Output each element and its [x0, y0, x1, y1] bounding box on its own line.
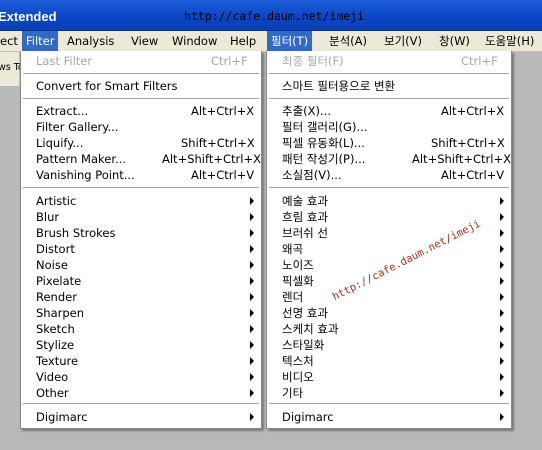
menu-item-distort-ko[interactable]: 왜곡 — [267, 241, 511, 257]
submenu-arrow-icon — [500, 325, 504, 333]
menu-item-extract-ko[interactable]: 추출(X)... Alt+Ctrl+X — [267, 103, 511, 119]
menu-item-blur[interactable]: Blur — [21, 209, 261, 225]
menu-item-pattern-maker[interactable]: Pattern Maker... Alt+Shift+Ctrl+X — [21, 151, 261, 167]
menu-analysis-ko[interactable]: 분석(A) — [325, 31, 371, 51]
submenu-arrow-icon — [250, 373, 254, 381]
menu-item-convert-smart-filters-ko[interactable]: 스마트 필터용으로 변환 — [267, 78, 511, 94]
menu-filter-ko[interactable]: 필터(T) — [267, 31, 313, 51]
menu-item-video-ko[interactable]: 비디오 — [267, 369, 511, 385]
menu-item-texture[interactable]: Texture — [21, 353, 261, 369]
menu-view-ko[interactable]: 보기(V) — [380, 31, 426, 51]
menu-help-ko[interactable]: 도움말(H) — [481, 31, 538, 51]
menu-separator — [23, 187, 259, 189]
submenu-arrow-icon — [500, 413, 504, 421]
submenu-arrow-icon — [500, 309, 504, 317]
submenu-arrow-icon — [500, 341, 504, 349]
menu-item-artistic-ko[interactable]: 예술 효과 — [267, 193, 511, 209]
menu-item-noise[interactable]: Noise — [21, 257, 261, 273]
menu-analysis[interactable]: Analysis — [63, 31, 118, 51]
title-bar: Extended http://cafe.daum.net/imeji — [0, 0, 542, 31]
menu-item-sharpen[interactable]: Sharpen — [21, 305, 261, 321]
submenu-arrow-icon — [250, 229, 254, 237]
menu-item-sketch-ko[interactable]: 스케치 효과 — [267, 321, 511, 337]
menu-separator — [23, 73, 259, 75]
submenu-arrow-icon — [250, 341, 254, 349]
submenu-arrow-icon — [500, 277, 504, 285]
menu-item-last-filter[interactable]: Last Filter Ctrl+F — [21, 53, 261, 69]
menu-separator — [23, 98, 259, 100]
menu-item-render-ko[interactable]: 렌더 — [267, 289, 511, 305]
submenu-arrow-icon — [500, 293, 504, 301]
submenu-arrow-icon — [500, 357, 504, 365]
menu-item-convert-smart-filters[interactable]: Convert for Smart Filters — [21, 78, 261, 94]
submenu-arrow-icon — [500, 245, 504, 253]
submenu-arrow-icon — [250, 389, 254, 397]
submenu-arrow-icon — [250, 413, 254, 421]
menu-item-video[interactable]: Video — [21, 369, 261, 385]
submenu-arrow-icon — [250, 245, 254, 253]
filter-menu-en: Last Filter Ctrl+F Convert for Smart Fil… — [20, 51, 262, 429]
menu-item-filter-gallery[interactable]: Filter Gallery... — [21, 119, 261, 135]
options-bar: ws To — [0, 52, 24, 86]
menu-window[interactable]: Window — [168, 31, 221, 51]
menu-item-liquify-ko[interactable]: 픽셀 유동화(L)... Shift+Ctrl+X — [267, 135, 511, 151]
menu-item-artistic[interactable]: Artistic — [21, 193, 261, 209]
menu-item-render[interactable]: Render — [21, 289, 261, 305]
submenu-arrow-icon — [250, 213, 254, 221]
menu-item-filter-gallery-ko[interactable]: 필터 갤러리(G)... — [267, 119, 511, 135]
menu-separator — [269, 187, 509, 189]
menu-item-sharpen-ko[interactable]: 선명 효과 — [267, 305, 511, 321]
menu-item-vanishing-point[interactable]: Vanishing Point... Alt+Ctrl+V — [21, 167, 261, 183]
submenu-arrow-icon — [500, 213, 504, 221]
menu-item-digimarc-ko[interactable]: Digimarc — [267, 409, 511, 425]
submenu-arrow-icon — [250, 197, 254, 205]
menu-separator — [269, 403, 509, 405]
window-title: Extended — [0, 9, 57, 24]
menu-help[interactable]: Help — [226, 31, 260, 51]
submenu-arrow-icon — [250, 309, 254, 317]
submenu-arrow-icon — [500, 389, 504, 397]
menu-item-liquify[interactable]: Liquify... Shift+Ctrl+X — [21, 135, 261, 151]
menu-item-pattern-maker-ko[interactable]: 패턴 작성기(P)... Alt+Shift+Ctrl+X — [267, 151, 511, 167]
submenu-arrow-icon — [250, 261, 254, 269]
menu-item-sketch[interactable]: Sketch — [21, 321, 261, 337]
menu-bar: ect Filter Analysis View Window Help 필터(… — [0, 31, 542, 52]
submenu-arrow-icon — [500, 261, 504, 269]
menu-item-last-filter-ko[interactable]: 최종 필터(F) Ctrl+F — [267, 53, 511, 69]
menu-item-stylize-ko[interactable]: 스타일화 — [267, 337, 511, 353]
menu-item-texture-ko[interactable]: 텍스처 — [267, 353, 511, 369]
menu-item-stylize[interactable]: Stylize — [21, 337, 261, 353]
submenu-arrow-icon — [250, 325, 254, 333]
menu-separator — [23, 403, 259, 405]
menu-item-pixelate[interactable]: Pixelate — [21, 273, 261, 289]
title-url-watermark: http://cafe.daum.net/imeji — [184, 9, 365, 23]
menu-item-distort[interactable]: Distort — [21, 241, 261, 257]
menu-select[interactable]: ect — [0, 31, 22, 51]
menu-view[interactable]: View — [127, 31, 162, 51]
menu-item-vanishing-point-ko[interactable]: 소실점(V)... Alt+Ctrl+V — [267, 167, 511, 183]
menu-item-digimarc[interactable]: Digimarc — [21, 409, 261, 425]
menu-filter[interactable]: Filter — [22, 31, 59, 51]
submenu-arrow-icon — [500, 229, 504, 237]
menu-window-ko[interactable]: 창(W) — [435, 31, 474, 51]
submenu-arrow-icon — [250, 357, 254, 365]
menu-item-extract[interactable]: Extract... Alt+Ctrl+X — [21, 103, 261, 119]
menu-separator — [269, 98, 509, 100]
menu-separator — [269, 73, 509, 75]
submenu-arrow-icon — [250, 293, 254, 301]
menu-item-other[interactable]: Other — [21, 385, 261, 401]
submenu-arrow-icon — [500, 197, 504, 205]
submenu-arrow-icon — [250, 277, 254, 285]
menu-item-brush-strokes[interactable]: Brush Strokes — [21, 225, 261, 241]
submenu-arrow-icon — [500, 373, 504, 381]
filter-menu-ko: 최종 필터(F) Ctrl+F 스마트 필터용으로 변환 추출(X)... Al… — [266, 51, 512, 429]
menu-item-other-ko[interactable]: 기타 — [267, 385, 511, 401]
